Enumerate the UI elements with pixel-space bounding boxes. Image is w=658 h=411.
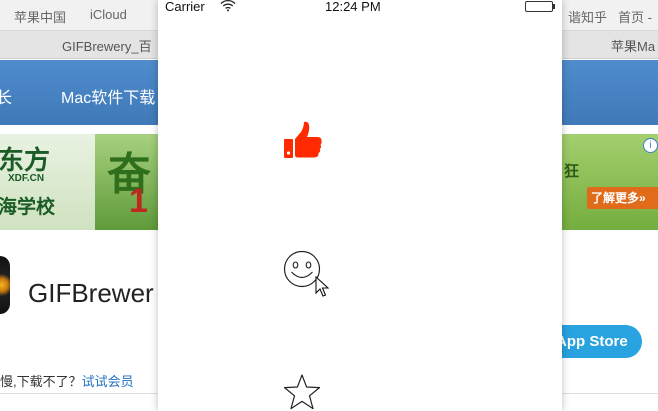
ad-brand-text: 东方 (0, 145, 51, 175)
bookmark-item[interactable]: 苹果中国 (14, 7, 66, 26)
tab-gifbrewery[interactable]: GIFBrewery_百 (62, 36, 152, 55)
member-link[interactable]: 试试会员 (82, 374, 134, 389)
nav-item[interactable]: 长 (0, 84, 12, 108)
bookmark-item[interactable]: iCloud (90, 7, 127, 22)
thumbs-up-icon[interactable] (283, 120, 323, 160)
ad-banner-left[interactable]: 东方 XDF.CN 海学校 (0, 134, 95, 230)
ad-info-icon[interactable]: i (643, 138, 658, 153)
ad-school-text: 海学校 (0, 197, 56, 218)
mouse-cursor-icon (315, 276, 329, 297)
ad-right-text: 狂 (564, 163, 580, 180)
ad-learn-more-button[interactable]: 了解更多» (587, 187, 658, 209)
slow-download-label: 慢,下载不了？ (0, 374, 82, 389)
status-bar: Carrier 12:24 PM (158, 0, 562, 16)
bookmark-item[interactable]: 首页 - (618, 7, 652, 26)
ad-banner-right[interactable]: 狂 了解更多» i (562, 134, 658, 230)
tab-apple-mac[interactable]: 苹果Ma (611, 36, 655, 55)
bookmark-item[interactable]: 谐知乎 (568, 7, 607, 26)
status-time: 12:24 PM (325, 0, 381, 14)
ad-banner-middle[interactable]: 奋 1 (95, 134, 158, 230)
wifi-icon (220, 0, 236, 12)
nav-item-mac-software[interactable]: Mac软件下载 (61, 84, 155, 108)
app-icon (0, 256, 10, 314)
ios-simulator-screen: Carrier 12:24 PM (158, 0, 562, 411)
app-title: GIFBrewer (28, 278, 154, 308)
star-icon[interactable] (282, 373, 322, 411)
ad-red-mark: 1 (129, 182, 148, 220)
battery-icon (525, 1, 555, 12)
ad-brand-url: XDF.CN (8, 173, 45, 184)
carrier-label: Carrier (165, 0, 205, 14)
slow-download-text: 慢,下载不了？试试会员 (0, 371, 134, 390)
